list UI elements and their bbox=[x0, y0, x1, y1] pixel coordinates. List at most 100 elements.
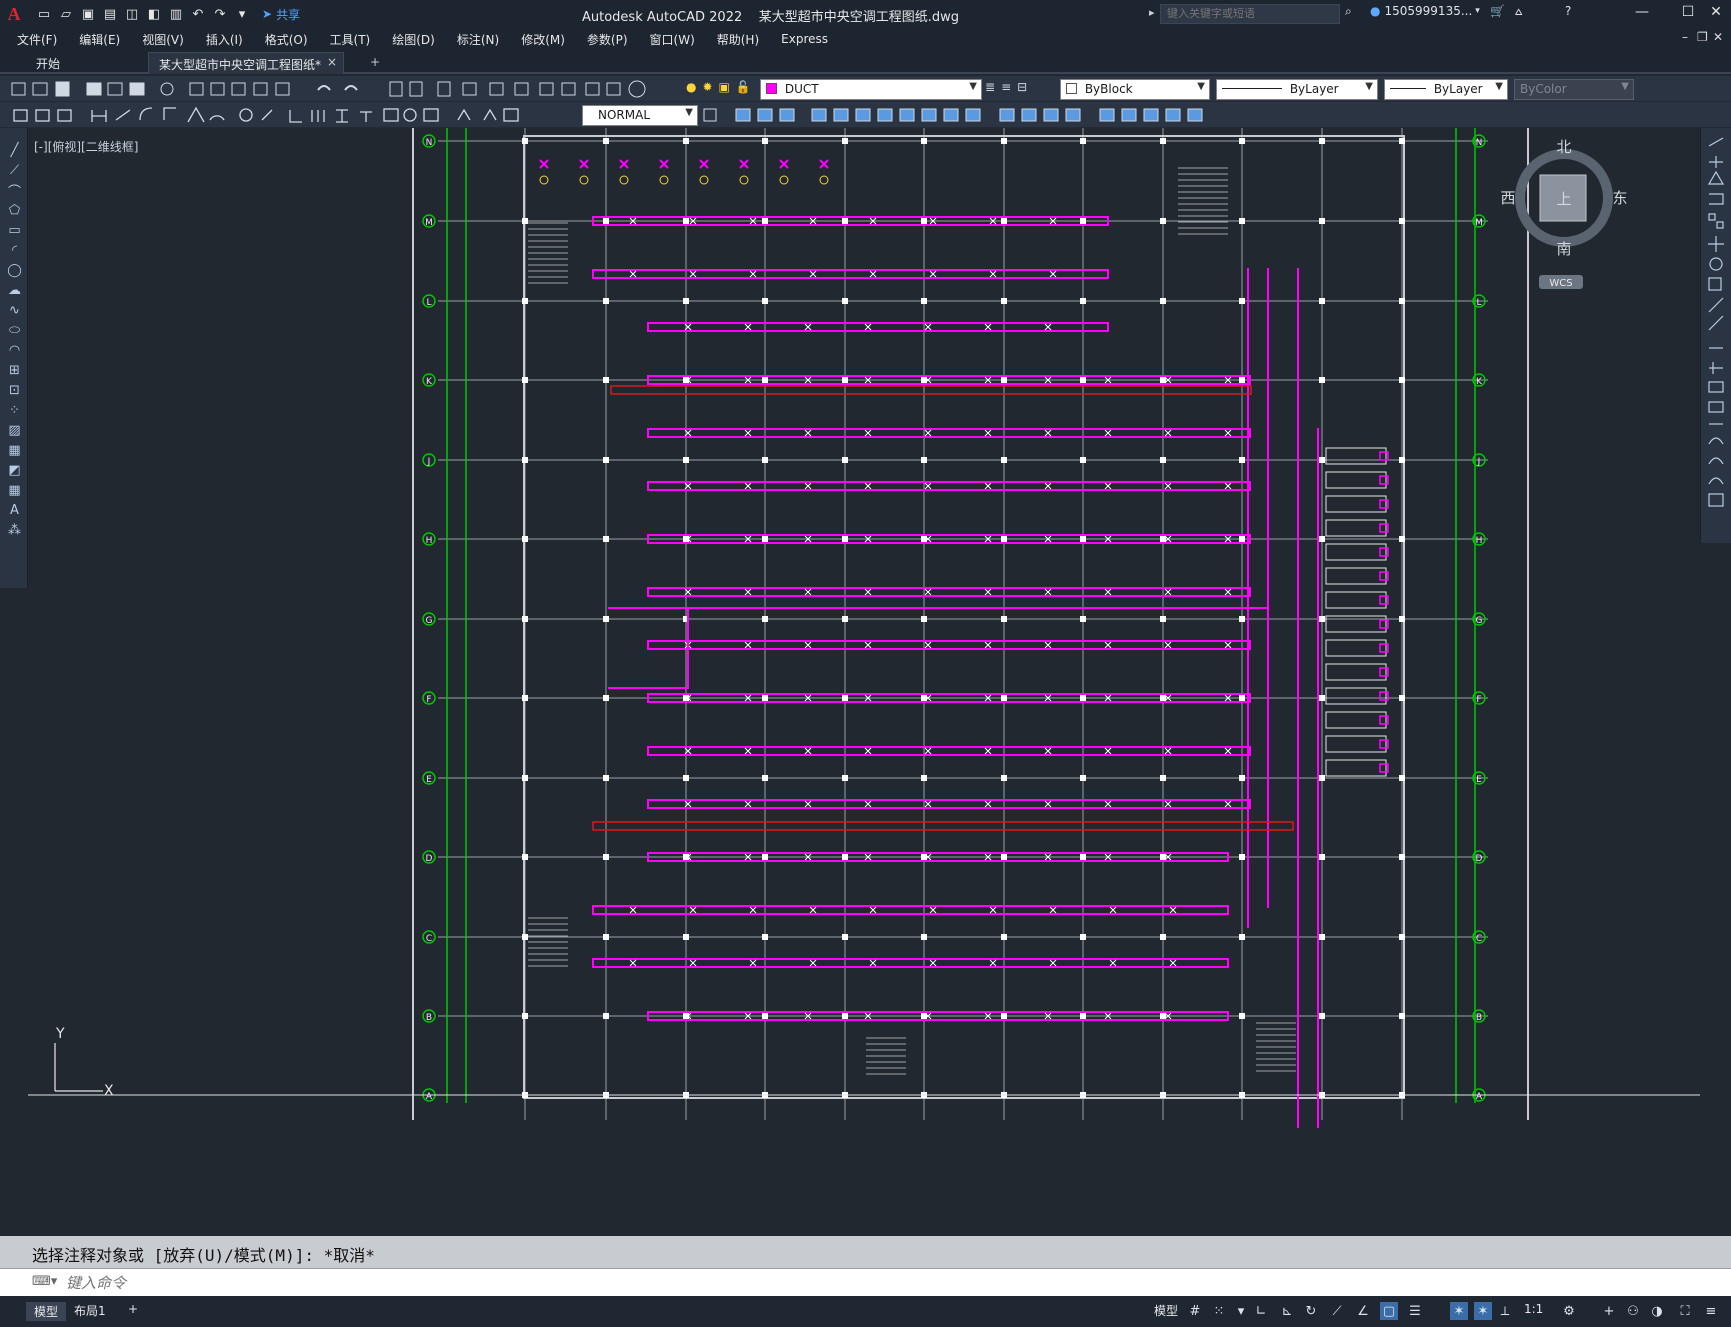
modify-toolbar-icons[interactable] bbox=[700, 102, 1220, 128]
standard-toolbar-icons[interactable] bbox=[0, 76, 660, 102]
menu-insert[interactable]: 插入(I) bbox=[206, 31, 243, 48]
redo-icon[interactable]: ↷ bbox=[210, 4, 230, 24]
modify-palette-icons[interactable] bbox=[1701, 128, 1731, 543]
open-web-icon[interactable]: ◫ bbox=[122, 4, 142, 24]
make-current-icon[interactable]: ≣ bbox=[985, 80, 995, 94]
region-icon[interactable]: ◩ bbox=[6, 462, 23, 479]
layer-vp-icon[interactable]: ▣ bbox=[719, 80, 730, 94]
spline-icon[interactable]: ∿ bbox=[6, 302, 23, 319]
minimize-button[interactable]: — bbox=[1630, 4, 1654, 24]
layer-lock-icon[interactable]: 🔓 bbox=[736, 80, 751, 94]
tab-start[interactable]: 开始 bbox=[26, 52, 70, 74]
customize-icon[interactable]: ▾ bbox=[232, 4, 252, 24]
layer-thaw-icon[interactable]: ✹ bbox=[702, 80, 712, 94]
customize-icon[interactable]: ≡ bbox=[1702, 1302, 1720, 1320]
menu-window[interactable]: 窗口(W) bbox=[650, 31, 695, 48]
object-snap-icon[interactable]: ▢ bbox=[1380, 1302, 1398, 1320]
clean-screen-icon[interactable]: ⛶ bbox=[1676, 1302, 1694, 1320]
make-block-icon[interactable]: ⊡ bbox=[6, 382, 23, 399]
plot-icon[interactable]: ▥ bbox=[166, 4, 186, 24]
linetype-select[interactable]: ByLayer ▼ bbox=[1216, 79, 1378, 100]
circle-icon[interactable]: ◯ bbox=[6, 262, 23, 279]
menu-tools[interactable]: 工具(T) bbox=[330, 31, 371, 48]
undo-icon[interactable]: ↶ bbox=[188, 4, 208, 24]
cart-icon[interactable]: 🛒 bbox=[1490, 4, 1505, 18]
hardware-acceleration-icon[interactable]: ◑ bbox=[1648, 1302, 1666, 1320]
menu-dimension[interactable]: 标注(N) bbox=[457, 31, 499, 48]
drawing-canvas[interactable]: N N M M L L K K J J H H G G F F E E D D C C B B A A Y X 北南东西上 WCS bbox=[28, 128, 1700, 1236]
doc-close-button[interactable]: ✕ bbox=[1713, 30, 1723, 44]
line-icon[interactable]: ╱ bbox=[6, 142, 23, 159]
menu-format[interactable]: 格式(O) bbox=[265, 31, 308, 48]
snap-icon[interactable]: ⁙ bbox=[1210, 1302, 1228, 1320]
menu-express[interactable]: Express bbox=[781, 32, 828, 46]
annotation-scale-icon[interactable]: ⟂ bbox=[1496, 1302, 1514, 1320]
menu-file[interactable]: 文件(F) bbox=[17, 31, 57, 48]
save-icon[interactable]: ▣ bbox=[78, 4, 98, 24]
viewport-controls[interactable]: [-][俯视][二维线框] bbox=[34, 138, 138, 155]
add-tab-button[interactable]: + bbox=[360, 52, 390, 74]
hatch-icon[interactable]: ▨ bbox=[6, 422, 23, 439]
add-selected-icon[interactable]: ⁂ bbox=[6, 522, 23, 539]
command-menu-icon[interactable]: ⌨▾ bbox=[32, 1274, 57, 1289]
point-icon[interactable]: ⁘ bbox=[6, 402, 23, 419]
close-window-button[interactable]: ✕ bbox=[1704, 4, 1728, 24]
table-icon[interactable]: ▦ bbox=[6, 482, 23, 499]
menu-modify[interactable]: 修改(M) bbox=[521, 31, 565, 48]
gradient-icon[interactable]: ▦ bbox=[6, 442, 23, 459]
layer-previous-icon[interactable]: ⊟ bbox=[1017, 80, 1027, 94]
revcloud-icon[interactable]: ☁ bbox=[6, 282, 23, 299]
chevron-down-icon[interactable]: ▾ bbox=[1232, 1302, 1250, 1320]
dimstyle-select[interactable]: NORMAL ▼ bbox=[582, 105, 698, 126]
polar-icon[interactable]: ↻ bbox=[1302, 1302, 1320, 1320]
help-icon[interactable]: ? bbox=[1565, 4, 1571, 18]
command-input[interactable] bbox=[66, 1272, 1566, 1294]
save-as-icon[interactable]: ▤ bbox=[100, 4, 120, 24]
autodesk-app-icon[interactable]: ⩟ bbox=[1515, 4, 1522, 19]
ellipse-arc-icon[interactable]: ◠ bbox=[6, 342, 23, 359]
annotation-scale-value[interactable]: 1:1 bbox=[1524, 1302, 1543, 1316]
layer-select[interactable]: DUCT ▼ bbox=[760, 79, 982, 100]
maximize-button[interactable]: ☐ bbox=[1676, 4, 1700, 24]
xline-icon[interactable]: ⟋ bbox=[6, 162, 23, 179]
menu-draw[interactable]: 绘图(D) bbox=[392, 31, 435, 48]
user-account[interactable]: ● 1505999135... ▾ bbox=[1370, 4, 1480, 18]
menu-view[interactable]: 视图(V) bbox=[142, 31, 184, 48]
isodraft-icon[interactable]: ⟋ bbox=[1328, 1302, 1346, 1320]
insert-block-icon[interactable]: ⊞ bbox=[6, 362, 23, 379]
isolate-objects-icon[interactable]: ⚇ bbox=[1624, 1302, 1642, 1320]
layer-match-icon[interactable]: ≡ bbox=[1001, 80, 1011, 94]
tab-model[interactable]: 模型 bbox=[26, 1302, 67, 1321]
plotstyle-select[interactable]: ByColor ▼ bbox=[1514, 79, 1634, 100]
auto-scale-icon[interactable]: ✶ bbox=[1474, 1302, 1492, 1320]
lineweight-select[interactable]: ByLayer ▼ bbox=[1384, 79, 1508, 100]
layer-on-icon[interactable]: ● bbox=[686, 80, 696, 94]
menu-edit[interactable]: 编辑(E) bbox=[79, 31, 120, 48]
polygon-icon[interactable]: ⬠ bbox=[6, 202, 23, 219]
doc-minimize-button[interactable]: – bbox=[1682, 30, 1688, 44]
ellipse-icon[interactable]: ⬭ bbox=[6, 322, 23, 339]
lineweight-icon[interactable]: ☰ bbox=[1406, 1302, 1424, 1320]
infer-constraints-icon[interactable]: ∟ bbox=[1252, 1302, 1270, 1320]
open-icon[interactable]: ▱ bbox=[56, 4, 76, 24]
menu-help[interactable]: 帮助(H) bbox=[717, 31, 759, 48]
grid-icon[interactable]: # bbox=[1186, 1302, 1204, 1320]
arc-icon[interactable]: ◜ bbox=[6, 242, 23, 259]
tab-drawing[interactable]: 某大型超市中央空调工程图纸* × bbox=[148, 52, 344, 74]
pline-icon[interactable]: ⌒ bbox=[6, 182, 23, 200]
gear-icon[interactable]: ⚙ bbox=[1560, 1302, 1578, 1320]
menu-parametric[interactable]: 参数(P) bbox=[587, 31, 628, 48]
new-icon[interactable]: ▭ bbox=[34, 4, 54, 24]
save-web-icon[interactable]: ◧ bbox=[144, 4, 164, 24]
cad-drawing[interactable]: N NM ML LK KJ JH HG GF FE ED DC CB BA AYX北南东西 上WCS bbox=[28, 128, 1700, 1236]
share-button[interactable]: ➤ 共享 bbox=[262, 6, 300, 23]
plus-icon[interactable]: + bbox=[1600, 1302, 1618, 1320]
model-space-toggle[interactable]: 模型 bbox=[1154, 1302, 1178, 1319]
tab-layout1[interactable]: 布局1 bbox=[74, 1302, 106, 1319]
search-input[interactable] bbox=[1160, 4, 1340, 24]
search-icon[interactable]: ⌕ bbox=[1345, 4, 1352, 19]
color-select[interactable]: ByBlock ▼ bbox=[1060, 79, 1210, 100]
object-snap-tracking-icon[interactable]: ∠ bbox=[1354, 1302, 1372, 1320]
autocad-logo[interactable]: A bbox=[0, 0, 28, 28]
mtext-icon[interactable]: A bbox=[6, 502, 23, 519]
